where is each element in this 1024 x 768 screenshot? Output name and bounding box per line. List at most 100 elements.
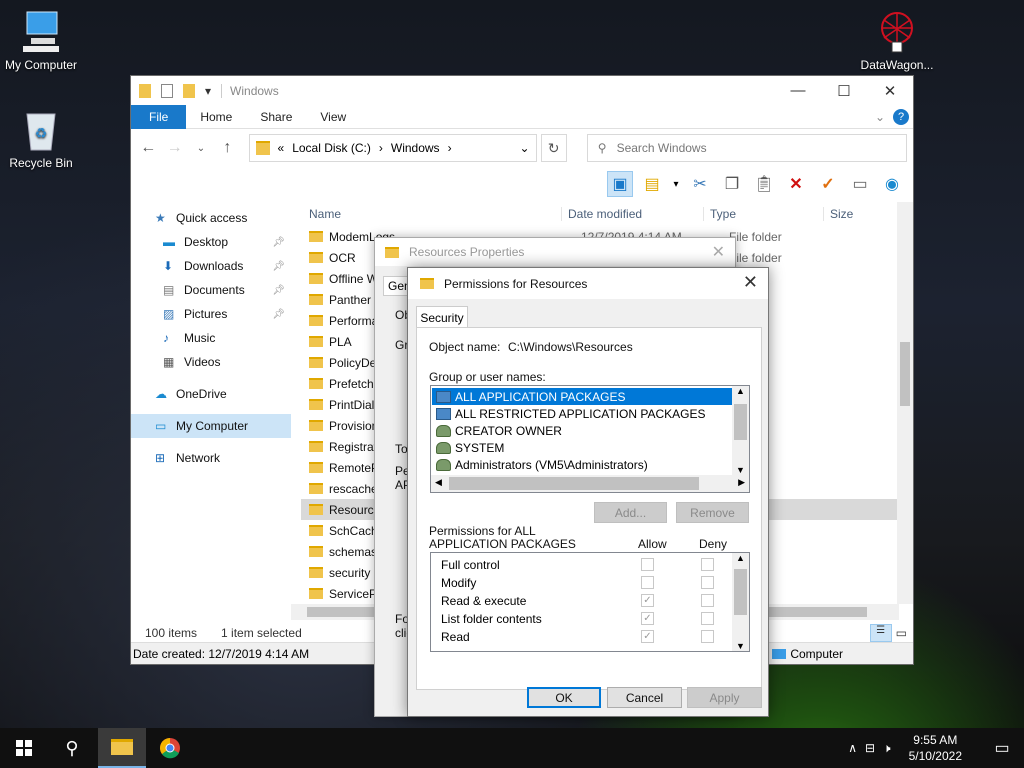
user-list-item[interactable]: ALL RESTRICTED APPLICATION PACKAGES xyxy=(432,405,732,422)
apply-button[interactable]: Apply xyxy=(687,687,762,708)
new-folder-icon[interactable]: ▤ xyxy=(639,171,665,197)
copy-icon[interactable]: ❐ xyxy=(719,171,745,197)
vertical-scrollbar[interactable] xyxy=(897,202,913,604)
desktop-icon-recycle-bin[interactable]: ♻ Recycle Bin xyxy=(0,108,82,170)
user-list-item[interactable]: Administrators (VM5\Administrators) xyxy=(432,456,732,473)
column-type[interactable]: Type xyxy=(703,207,823,221)
desktop-icon-my-computer[interactable]: My Computer xyxy=(0,10,82,72)
forward-icon[interactable]: → xyxy=(163,139,185,157)
refresh-button[interactable]: ↻ xyxy=(540,134,567,162)
tab-security[interactable]: Security xyxy=(416,306,468,328)
column-size[interactable]: Size xyxy=(823,207,893,221)
deny-checkbox[interactable] xyxy=(701,576,714,589)
search-icon[interactable]: ⚲ xyxy=(48,728,96,768)
address-segment[interactable]: Local Disk (C:) xyxy=(292,141,371,155)
scroll-right-icon[interactable]: ▶ xyxy=(738,477,745,488)
delete-icon[interactable]: ✕ xyxy=(783,171,809,197)
sidebar-item[interactable]: ▤ Documents 📌︎ xyxy=(131,278,291,302)
tab-share[interactable]: Share xyxy=(246,105,306,129)
rename-icon[interactable]: ▭ xyxy=(847,171,873,197)
vertical-scrollbar[interactable]: ▲ ▼ xyxy=(732,386,749,475)
remove-button[interactable]: Remove xyxy=(676,502,749,523)
expand-ribbon-icon[interactable]: ⌄ xyxy=(875,110,885,124)
notifications-icon[interactable]: ▭ xyxy=(980,738,1024,758)
allow-checkbox[interactable] xyxy=(641,576,654,589)
sidebar-item[interactable]: ★ Quick access xyxy=(131,206,291,230)
cut-icon[interactable]: ✂ xyxy=(687,171,713,197)
globe-icon[interactable]: ◉ xyxy=(879,171,905,197)
start-button[interactable] xyxy=(0,728,48,768)
ok-button[interactable]: OK xyxy=(527,687,601,708)
user-list[interactable]: ALL APPLICATION PACKAGES ALL RESTRICTED A… xyxy=(430,385,750,493)
close-button[interactable]: ✕ xyxy=(867,76,913,105)
desktop-icon-datawagon[interactable]: DataWagon... xyxy=(856,10,938,72)
network-icon[interactable]: ⊟ xyxy=(865,741,875,755)
sidebar-item[interactable]: ♪ Music xyxy=(131,326,291,350)
scroll-left-icon[interactable]: ◀ xyxy=(435,477,442,488)
address-bar[interactable]: « Local Disk (C:) › Windows › ⌄ xyxy=(248,134,537,162)
scrollbar-thumb[interactable] xyxy=(734,569,747,615)
user-rows: ALL APPLICATION PACKAGES ALL RESTRICTED A… xyxy=(432,388,732,473)
deny-checkbox[interactable] xyxy=(701,630,714,643)
scroll-up-icon[interactable]: ▲ xyxy=(736,386,745,396)
file-explorer-taskbar-icon[interactable] xyxy=(98,728,146,768)
sidebar-item[interactable]: ⊞ Network xyxy=(131,446,291,470)
allow-checkbox[interactable]: ✓ xyxy=(641,594,654,607)
customize-qa-icon[interactable]: ▾ xyxy=(205,84,211,98)
up-icon[interactable]: ↑ xyxy=(216,139,238,157)
cancel-button[interactable]: Cancel xyxy=(607,687,682,708)
deny-checkbox[interactable] xyxy=(701,558,714,571)
column-date[interactable]: Date modified xyxy=(561,207,703,221)
vertical-scrollbar[interactable]: ▲ ▼ xyxy=(732,553,749,651)
sidebar-item[interactable]: ⬇ Downloads 📌︎ xyxy=(131,254,291,278)
paste-icon[interactable]: 📋︎ xyxy=(751,171,777,197)
preview-pane-icon[interactable]: ▣ xyxy=(607,171,633,197)
close-button[interactable]: ✕ xyxy=(743,272,758,293)
tab-view[interactable]: View xyxy=(306,105,360,129)
scroll-up-icon[interactable]: ▲ xyxy=(736,553,745,563)
allow-checkbox[interactable]: ✓ xyxy=(641,612,654,625)
user-list-item[interactable]: CREATOR OWNER xyxy=(432,422,732,439)
dropdown-icon[interactable]: ▾ xyxy=(671,171,681,197)
column-name[interactable]: Name xyxy=(301,207,561,221)
large-icons-view-icon[interactable]: ▭ xyxy=(896,626,907,640)
recent-icon[interactable]: ⌄ xyxy=(190,143,212,154)
user-list-item[interactable]: SYSTEM xyxy=(432,439,732,456)
check-icon[interactable]: ✓ xyxy=(815,171,841,197)
properties-icon[interactable] xyxy=(161,83,173,98)
scrollbar-thumb[interactable] xyxy=(734,404,747,440)
scroll-down-icon[interactable]: ▼ xyxy=(736,641,745,651)
scroll-down-icon[interactable]: ▼ xyxy=(736,465,745,475)
add-button[interactable]: Add... xyxy=(594,502,667,523)
allow-checkbox[interactable] xyxy=(641,558,654,571)
maximize-button[interactable]: ☐ xyxy=(821,76,867,105)
allow-checkbox[interactable]: ✓ xyxy=(641,630,654,643)
sidebar-item[interactable]: ▬ Desktop 📌︎ xyxy=(131,230,291,254)
tab-file[interactable]: File xyxy=(131,104,187,129)
deny-checkbox[interactable] xyxy=(701,612,714,625)
tab-home[interactable]: Home xyxy=(186,105,246,129)
sidebar-item[interactable]: ☁ OneDrive xyxy=(131,382,291,406)
sidebar-item[interactable]: ▦ Videos xyxy=(131,350,291,374)
sidebar-item[interactable]: ▭ My Computer xyxy=(131,414,291,438)
chevron-down-icon[interactable]: ⌄ xyxy=(519,141,529,155)
scrollbar-thumb[interactable] xyxy=(900,342,910,406)
back-icon[interactable]: ← xyxy=(137,139,159,157)
user-list-item[interactable]: ALL APPLICATION PACKAGES xyxy=(432,388,732,405)
sidebar-item-label: Network xyxy=(176,451,221,465)
minimize-button[interactable]: — xyxy=(775,76,821,105)
search-input[interactable]: ⚲ Search Windows xyxy=(586,134,908,162)
close-button[interactable]: ✕ xyxy=(712,242,725,262)
new-folder-icon[interactable] xyxy=(183,83,195,98)
address-segment[interactable]: Windows xyxy=(391,141,440,155)
details-view-icon[interactable]: ☰ xyxy=(869,624,892,642)
horizontal-scrollbar[interactable]: ◀ ▶ xyxy=(431,475,749,492)
volume-icon[interactable]: 🕨︎ xyxy=(883,741,891,756)
help-icon[interactable]: ? xyxy=(893,108,909,125)
sidebar-item[interactable]: ▨ Pictures 📌︎ xyxy=(131,302,291,326)
chrome-icon[interactable] xyxy=(146,728,194,768)
clock[interactable]: 9:55 AM 5/10/2022 xyxy=(909,732,962,764)
scrollbar-thumb[interactable] xyxy=(449,477,699,490)
deny-checkbox[interactable] xyxy=(701,594,714,607)
chevron-up-icon[interactable]: ∧ xyxy=(848,741,857,755)
